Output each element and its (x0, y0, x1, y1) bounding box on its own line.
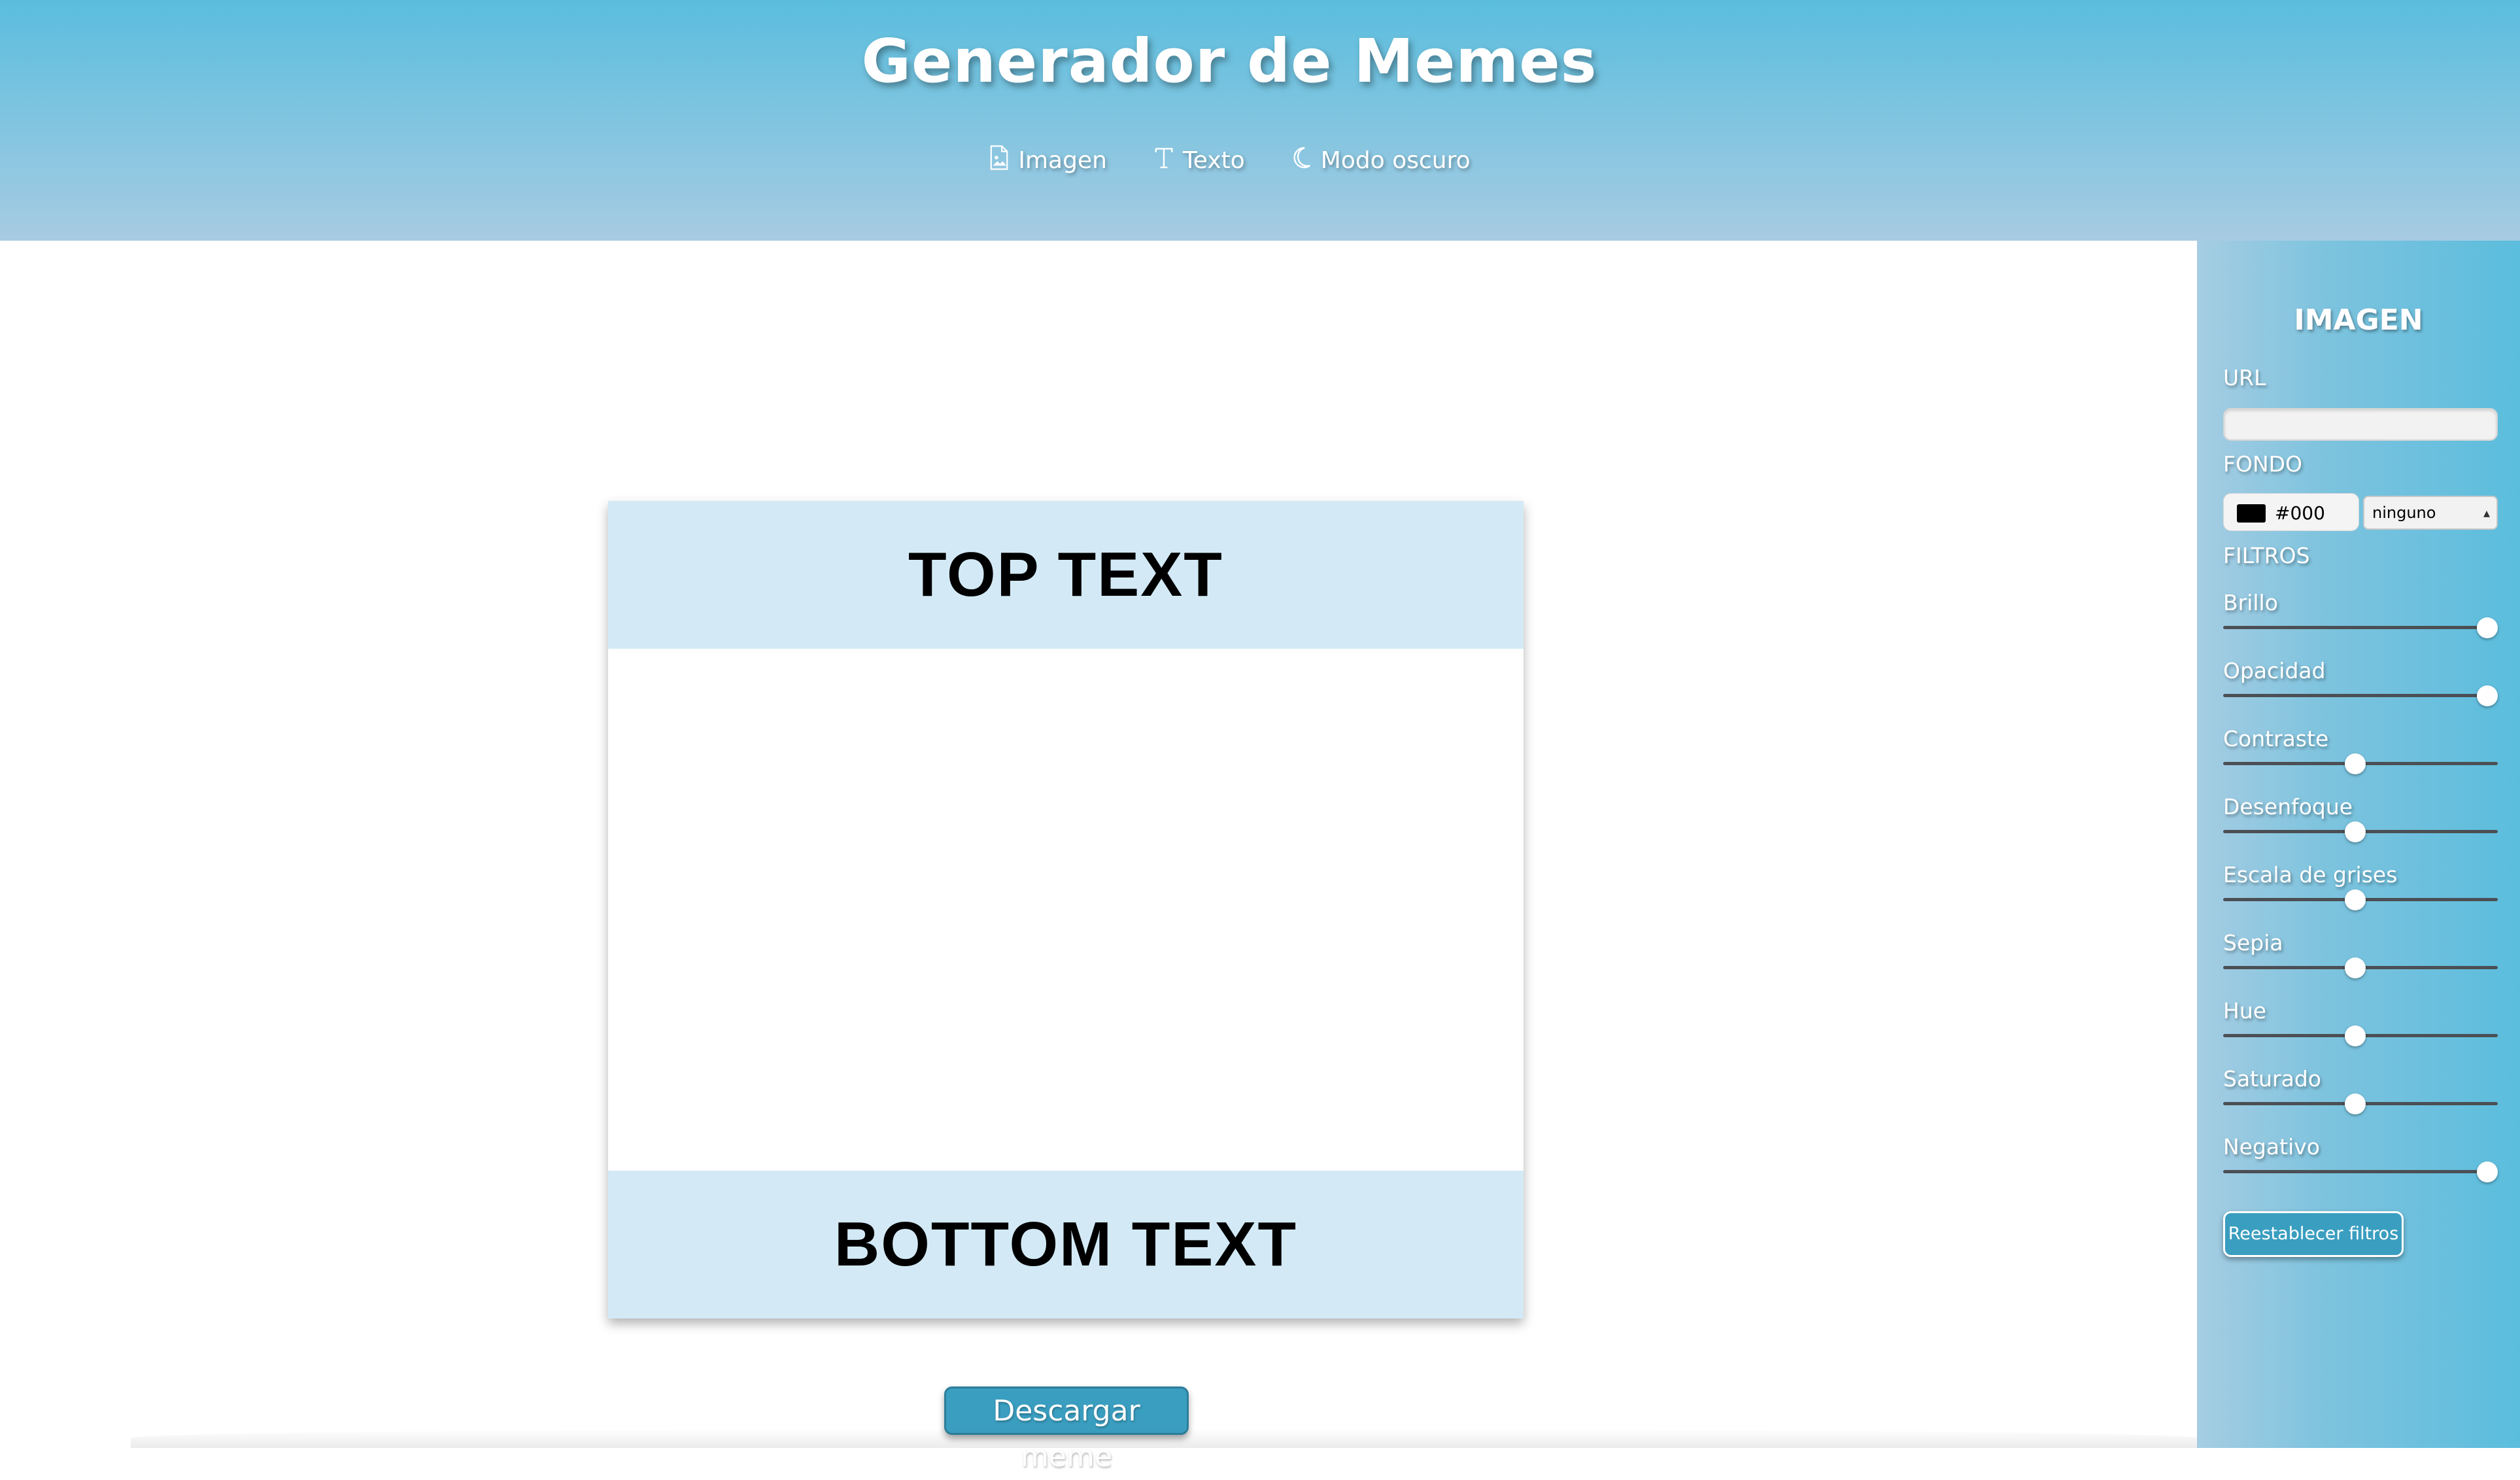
slider-track (2223, 626, 2498, 629)
filter-slider[interactable] (2223, 889, 2498, 910)
nav-texto[interactable]: Texto (1153, 145, 1245, 176)
url-label: URL (2223, 365, 2266, 390)
slider-track (2223, 1170, 2498, 1173)
slider-track (2223, 694, 2498, 697)
filter-slider[interactable] (2223, 685, 2498, 706)
slider-thumb[interactable] (2477, 617, 2498, 638)
meme-bottom-text: BOTTOM TEXT (608, 1171, 1524, 1318)
slider-thumb[interactable] (2345, 957, 2366, 978)
filter-slider[interactable] (2223, 1025, 2498, 1046)
filter-label: Sepia (2223, 930, 2283, 955)
filter-label: Desenfoque (2223, 794, 2353, 819)
slider-thumb[interactable] (2477, 685, 2498, 706)
color-value: #000 (2275, 502, 2325, 524)
image-file-icon (988, 145, 1010, 176)
blend-mode-value: ninguno (2372, 504, 2436, 522)
slider-thumb[interactable] (2345, 753, 2366, 774)
color-swatch (2237, 504, 2266, 523)
nav-texto-label: Texto (1182, 147, 1245, 174)
footer-shadow (131, 1428, 2197, 1448)
reset-filters-button[interactable]: Reestablecer filtros (2223, 1211, 2404, 1257)
meme-canvas: TOP TEXT BOTTOM TEXT (608, 501, 1524, 1318)
meme-top-text: TOP TEXT (608, 501, 1524, 649)
blend-mode-select[interactable]: ninguno ▴ (2363, 496, 2498, 530)
image-panel: IMAGEN URL FONDO #000 ninguno ▴ FILTROS … (2197, 241, 2520, 1448)
download-meme-button[interactable]: Descargar meme (944, 1386, 1189, 1473)
text-icon (1153, 145, 1175, 176)
url-input[interactable] (2223, 408, 2498, 441)
filter-slider[interactable] (2223, 1093, 2498, 1114)
filter-label: Negativo (2223, 1134, 2320, 1160)
fondo-label: FONDO (2223, 451, 2303, 477)
top-nav: Imagen Texto Modo oscuro (0, 145, 2459, 176)
slider-thumb[interactable] (2345, 889, 2366, 910)
filter-slider[interactable] (2223, 1162, 2498, 1182)
main-area: TOP TEXT BOTTOM TEXT Descargar meme (0, 241, 2197, 1473)
filter-slider[interactable] (2223, 821, 2498, 842)
slider-thumb[interactable] (2345, 1093, 2366, 1114)
filter-label: Hue (2223, 998, 2267, 1024)
filter-label: Contraste (2223, 726, 2329, 751)
panel-title: IMAGEN (2294, 303, 2423, 337)
filter-label: Escala de grises (2223, 862, 2398, 887)
nav-imagen-label: Imagen (1018, 147, 1107, 174)
select-arrows-icon: ▴ (2483, 505, 2490, 521)
app-header: Generador de Memes Imagen Texto Modo osc… (0, 0, 2520, 241)
app-title: Generador de Memes (861, 26, 1597, 96)
filter-label: Saturado (2223, 1066, 2321, 1092)
filter-slider[interactable] (2223, 957, 2498, 978)
filter-label: Opacidad (2223, 658, 2326, 683)
moon-icon (1291, 145, 1313, 176)
background-color-picker[interactable]: #000 (2223, 493, 2359, 531)
nav-imagen[interactable]: Imagen (988, 145, 1107, 176)
nav-modo-oscuro-label: Modo oscuro (1320, 147, 1471, 174)
nav-modo-oscuro[interactable]: Modo oscuro (1291, 145, 1471, 176)
slider-thumb[interactable] (2345, 1025, 2366, 1046)
filter-slider[interactable] (2223, 617, 2498, 638)
slider-thumb[interactable] (2477, 1162, 2498, 1182)
filtros-label: FILTROS (2223, 543, 2310, 568)
meme-image (608, 649, 1524, 1171)
slider-thumb[interactable] (2345, 821, 2366, 842)
filter-slider[interactable] (2223, 753, 2498, 774)
filter-label: Brillo (2223, 590, 2278, 615)
